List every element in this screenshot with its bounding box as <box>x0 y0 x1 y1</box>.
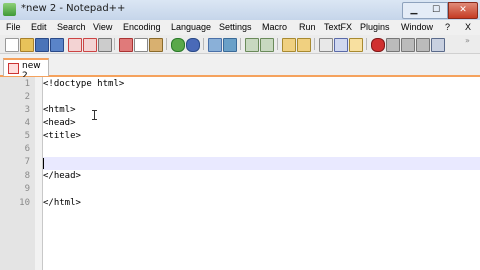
paste-icon[interactable] <box>149 38 163 52</box>
current-line-highlight <box>43 157 480 170</box>
play-macro-icon[interactable] <box>401 38 415 52</box>
code-line[interactable]: </html> <box>43 198 81 208</box>
menu-language[interactable]: Language <box>171 22 211 32</box>
redo-icon[interactable] <box>186 38 200 52</box>
text-caret <box>43 158 44 169</box>
toolbar-separator <box>203 38 204 50</box>
code-line[interactable]: <title> <box>43 131 81 141</box>
close-icon: ✕ <box>459 5 467 15</box>
unsaved-file-icon <box>8 63 19 74</box>
all-chars-icon[interactable] <box>334 38 348 52</box>
zoom-in-icon[interactable] <box>245 38 259 52</box>
menu-window[interactable]: Window <box>401 22 433 32</box>
notepad-plus-plus-app-icon <box>3 3 16 16</box>
toolbar-separator <box>240 38 241 50</box>
line-number: 5 <box>24 131 30 141</box>
replace-icon[interactable] <box>223 38 237 52</box>
toolbar-separator <box>277 38 278 50</box>
save-all-icon[interactable] <box>50 38 64 52</box>
menu-textfx[interactable]: TextFX <box>324 22 352 32</box>
save-macro-icon[interactable] <box>431 38 445 52</box>
minimize-icon: ▁ <box>410 5 418 15</box>
menu-help[interactable]: ? <box>445 22 450 32</box>
close-icon[interactable] <box>68 38 82 52</box>
window-title: *new 2 - Notepad++ <box>21 3 126 14</box>
stop-macro-icon[interactable] <box>386 38 400 52</box>
code-line[interactable]: <head> <box>43 118 76 128</box>
menu-file[interactable]: File <box>6 22 21 32</box>
line-number: 8 <box>24 171 30 181</box>
new-file-icon[interactable] <box>5 38 19 52</box>
record-macro-icon[interactable] <box>371 38 385 52</box>
line-number: 2 <box>24 92 30 102</box>
find-icon[interactable] <box>208 38 222 52</box>
menu-close-doc[interactable]: X <box>465 22 471 32</box>
toolbar: » <box>0 35 480 54</box>
close-button[interactable]: ✕ <box>448 2 478 19</box>
toolbar-separator <box>114 38 115 50</box>
open-folder-icon[interactable] <box>20 38 34 52</box>
line-number: 7 <box>24 157 30 167</box>
line-number: 10 <box>19 198 30 208</box>
indent-guide-icon[interactable] <box>349 38 363 52</box>
toolbar-separator <box>166 38 167 50</box>
line-number: 3 <box>24 105 30 115</box>
editor-area[interactable]: 1 2 3 4 5 6 7 8 9 10 <!doctype html> <ht… <box>0 77 480 270</box>
sync-h-icon[interactable] <box>297 38 311 52</box>
menu-bar: File Edit Search View Encoding Language … <box>0 20 480 35</box>
toolbar-separator <box>366 38 367 50</box>
menu-plugins[interactable]: Plugins <box>360 22 390 32</box>
print-icon[interactable] <box>98 38 112 52</box>
menu-run[interactable]: Run <box>299 22 316 32</box>
copy-icon[interactable] <box>134 38 148 52</box>
zoom-out-icon[interactable] <box>260 38 274 52</box>
title-bar: *new 2 - Notepad++ ▁ ☐ ✕ <box>0 0 480 21</box>
word-wrap-icon[interactable] <box>319 38 333 52</box>
menu-view[interactable]: View <box>93 22 112 32</box>
save-icon[interactable] <box>35 38 49 52</box>
toolbar-separator <box>314 38 315 50</box>
maximize-icon: ☐ <box>431 5 441 15</box>
tab-bar: new 2 <box>0 54 480 81</box>
run-macro-multiple-icon[interactable] <box>416 38 430 52</box>
menu-search[interactable]: Search <box>57 22 86 32</box>
ibeam-cursor-icon <box>92 110 97 120</box>
menu-edit[interactable]: Edit <box>31 22 47 32</box>
toolbar-overflow-icon[interactable]: » <box>465 37 473 45</box>
undo-icon[interactable] <box>171 38 185 52</box>
tab-new-2[interactable]: new 2 <box>3 58 49 81</box>
line-number: 9 <box>24 184 30 194</box>
sync-v-icon[interactable] <box>282 38 296 52</box>
code-line[interactable]: <html> <box>43 105 76 115</box>
line-number: 6 <box>24 144 30 154</box>
cut-icon[interactable] <box>119 38 133 52</box>
menu-macro[interactable]: Macro <box>262 22 287 32</box>
menu-encoding[interactable]: Encoding <box>123 22 161 32</box>
code-line[interactable]: </head> <box>43 171 81 181</box>
maximize-button[interactable]: ☐ <box>425 2 448 19</box>
menu-settings[interactable]: Settings <box>219 22 252 32</box>
fold-margin[interactable] <box>35 77 43 270</box>
close-all-icon[interactable] <box>83 38 97 52</box>
code-line[interactable]: <!doctype html> <box>43 79 124 89</box>
minimize-button[interactable]: ▁ <box>402 2 426 19</box>
line-number: 1 <box>24 79 30 89</box>
line-number: 4 <box>24 118 30 128</box>
